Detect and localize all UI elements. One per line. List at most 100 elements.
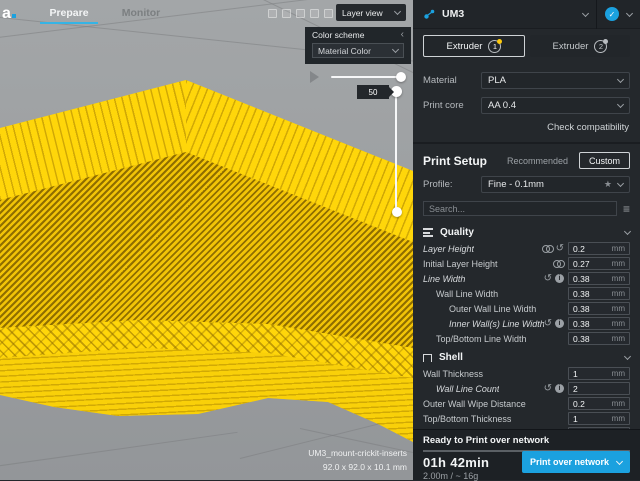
settings-menu-icon[interactable]: ≡ <box>623 204 630 214</box>
simulation-slider-track[interactable] <box>331 76 402 78</box>
view-top-icon[interactable] <box>296 9 305 18</box>
tab-monitor[interactable]: Monitor <box>116 7 166 19</box>
network-printer-icon <box>423 8 436 21</box>
setting-value-field[interactable]: 1mm <box>568 367 630 380</box>
setting-value-field[interactable]: 0.27 mm <box>568 257 630 270</box>
revert-icon[interactable]: ↺ <box>556 244 564 253</box>
setting-value-field[interactable]: 0.38 mm <box>568 317 630 330</box>
setting-icons: ↺ <box>542 244 564 253</box>
view-left-icon[interactable] <box>310 9 319 18</box>
setting-unit: mm <box>612 319 625 328</box>
setting-unit: mm <box>612 414 625 423</box>
setting-value-field[interactable]: 0.2mm <box>568 242 630 255</box>
print-button-label: Print over network <box>530 457 609 467</box>
settings-section-header-shell[interactable]: Shell <box>423 349 630 366</box>
setting-value-field[interactable]: 0.38mm <box>568 332 630 345</box>
setting-label: Initial Layer Height <box>423 259 498 269</box>
setting-row: Wall Line Count↺i2 <box>423 381 630 396</box>
extruder-number: 1 <box>488 40 501 53</box>
profile-value: Fine - 0.1mm <box>488 179 544 190</box>
model-dimensions: 92.0 x 92.0 x 10.1 mm <box>308 460 407 474</box>
setting-value: 0.27 <box>573 259 590 269</box>
layer-slider-track[interactable] <box>395 92 397 212</box>
star-icon[interactable]: ★ <box>604 179 612 190</box>
view-3d-icon[interactable] <box>268 9 277 18</box>
color-scheme-dropdown[interactable]: Material Color <box>312 43 404 58</box>
setting-value: 0.2 <box>573 244 585 254</box>
setting-icons <box>553 260 564 268</box>
view-mode-dropdown[interactable]: Layer view <box>336 4 406 21</box>
setting-unit: mm <box>612 399 625 408</box>
settings-section-header-quality[interactable]: Quality <box>423 224 630 241</box>
link-icon[interactable] <box>542 245 553 253</box>
setting-unit: mm <box>612 259 625 268</box>
setting-icons: ↺i <box>544 319 564 328</box>
material-dropdown[interactable]: PLA <box>481 72 630 89</box>
revert-icon[interactable]: ↺ <box>544 384 552 393</box>
setting-row: Top/Bottom Thickness1mm <box>423 411 630 426</box>
chevron-down-icon <box>617 180 624 187</box>
color-scheme-title: Color scheme <box>312 30 364 40</box>
setting-value-slot: 0.38mm <box>568 332 630 345</box>
recommended-button[interactable]: Recommended <box>498 152 577 169</box>
printcore-dropdown[interactable]: AA 0.4 <box>481 97 630 114</box>
model-info: UM3_mount-crickit-inserts 92.0 x 92.0 x … <box>308 446 407 474</box>
setting-value: 0.38 <box>573 289 590 299</box>
simulation-play-icon[interactable] <box>310 71 319 83</box>
setting-row: Layer Height↺0.2mm <box>423 241 630 256</box>
chevron-down-icon[interactable] <box>582 9 589 16</box>
extruder-1-tab[interactable]: Extruder 1 <box>423 35 525 57</box>
extruder-label: Extruder <box>553 41 589 52</box>
tab-prepare[interactable]: Prepare <box>40 7 98 19</box>
setting-value-field[interactable]: 0.2mm <box>568 397 630 410</box>
setting-icons: ↺i <box>544 384 564 393</box>
setting-value-field[interactable]: 0.38mm <box>568 272 630 285</box>
info-icon[interactable]: i <box>555 384 564 393</box>
revert-icon[interactable]: ↺ <box>544 274 552 283</box>
setting-value: 2 <box>573 384 578 394</box>
view-right-icon[interactable] <box>324 9 333 18</box>
setting-row: Outer Wall Wipe Distance 0.2mm <box>423 396 630 411</box>
collapse-icon[interactable]: ‹ <box>401 31 404 39</box>
cura-logo: a <box>2 5 16 23</box>
custom-button[interactable]: Custom <box>579 152 630 169</box>
simulation-slider-handle[interactable] <box>396 72 406 82</box>
settings-search-input[interactable] <box>423 201 617 216</box>
sliced-model[interactable] <box>0 0 413 480</box>
setting-value-field[interactable]: 0.38mm <box>568 287 630 300</box>
setting-unit: mm <box>612 334 625 343</box>
print-over-network-button[interactable]: Print over network <box>522 451 630 473</box>
setting-value-field[interactable]: 2 <box>568 382 630 395</box>
setting-value-slot: 2 <box>568 382 630 395</box>
machine-selector[interactable]: UM3 ✓ <box>413 0 640 29</box>
info-icon[interactable]: i <box>555 319 564 328</box>
setting-icons: ↺i <box>544 274 564 283</box>
layer-slider-bottom-handle[interactable] <box>392 207 402 217</box>
revert-icon[interactable]: ↺ <box>544 319 552 328</box>
info-icon[interactable]: i <box>555 274 564 283</box>
extruder-number: 2 <box>594 40 607 53</box>
setting-value: 0.38 <box>573 319 590 329</box>
color-scheme-panel: Color scheme ‹ Material Color <box>305 27 411 64</box>
setting-value-slot: 0.2mm <box>568 242 630 255</box>
setting-value-field[interactable]: 0.38mm <box>568 302 630 315</box>
check-compatibility-link[interactable]: Check compatibility <box>413 114 640 142</box>
setting-label: Top/Bottom Line Width <box>423 334 527 344</box>
section-title: Quality <box>440 227 474 238</box>
view-front-icon[interactable] <box>282 9 291 18</box>
setting-row: Wall Line Width0.38mm <box>423 286 630 301</box>
setting-label: Outer Wall Wipe Distance <box>423 399 526 409</box>
print-setup-title: Print Setup <box>423 154 487 168</box>
3d-viewport[interactable]: a Prepare Monitor Layer view Color schem… <box>0 0 413 480</box>
setting-row: Outer Wall Line Width0.38mm <box>423 301 630 316</box>
link-icon[interactable] <box>553 260 564 268</box>
grid-line <box>0 432 238 469</box>
setting-label: Line Width <box>423 274 465 284</box>
profile-dropdown[interactable]: Fine - 0.1mm ★ <box>481 176 630 193</box>
chevron-down-icon[interactable] <box>626 9 633 16</box>
shell-icon <box>423 354 432 362</box>
printer-name: UM3 <box>442 8 464 20</box>
setting-value-field[interactable]: 1mm <box>568 412 630 425</box>
output-footer: Ready to Print over network 01h 42min 2.… <box>413 429 640 480</box>
extruder-2-tab[interactable]: Extruder 2 <box>530 35 630 57</box>
